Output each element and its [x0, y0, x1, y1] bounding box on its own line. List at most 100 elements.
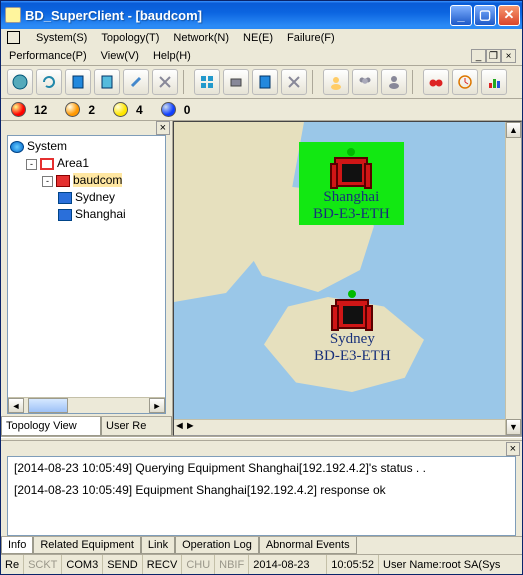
toolbar-separator [412, 70, 418, 94]
tree-node-sydney[interactable]: Sydney [58, 189, 163, 206]
tree-hscroll[interactable]: ◄ ► [8, 397, 165, 413]
menubar: System(S) Topology(T) Network(N) NE(E) F… [1, 29, 522, 66]
tree-root[interactable]: System [10, 138, 163, 155]
tree-area-label: Area1 [57, 156, 89, 170]
folder-icon [40, 158, 54, 170]
tab-topology-view[interactable]: Topology View [1, 417, 101, 436]
alarm-critical-count: 12 [34, 103, 47, 117]
titlebar[interactable]: BD_SuperClient - [baudcom] _ ▢ ✕ [1, 1, 522, 29]
tool-break-icon[interactable] [152, 69, 178, 95]
tree-group[interactable]: - baudcom Sydney Shanghai [42, 172, 163, 223]
alarm-minor[interactable]: 4 [113, 102, 143, 117]
tool-print-icon[interactable] [223, 69, 249, 95]
minimize-button[interactable]: _ [450, 5, 472, 26]
scroll-track[interactable] [68, 398, 149, 413]
log-tabs: Info Related Equipment Link Operation Lo… [1, 536, 522, 554]
device-icon [58, 209, 72, 221]
status-user: User Name:root SA(Sys [379, 555, 522, 574]
collapse-icon[interactable]: - [42, 176, 53, 187]
status-chu: CHU [182, 555, 215, 574]
tool-user-glow-icon[interactable] [323, 69, 349, 95]
app-icon [5, 7, 21, 23]
status-sckt: SCKT [24, 555, 62, 574]
log-box[interactable]: [2014-08-23 10:05:49] Querying Equipment… [7, 456, 516, 536]
tab-info[interactable]: Info [1, 537, 33, 554]
tool-grid-icon[interactable] [194, 69, 220, 95]
status-re: Re [1, 555, 24, 574]
close-button[interactable]: ✕ [498, 5, 520, 26]
alarm-minor-count: 4 [136, 103, 143, 117]
scroll-track[interactable] [506, 138, 521, 419]
tool-db1-icon[interactable] [65, 69, 91, 95]
log-close-button[interactable]: × [506, 442, 520, 456]
scroll-right-icon[interactable]: ► [185, 420, 196, 435]
scroll-left-icon[interactable]: ◄ [8, 398, 24, 413]
tree-area[interactable]: -Area1 -baudcom Sydney Shanghai [26, 155, 163, 223]
scroll-down-icon[interactable]: ▼ [506, 419, 521, 435]
scroll-up-icon[interactable]: ▲ [506, 122, 521, 138]
scroll-thumb[interactable] [28, 398, 68, 413]
tree-group-label: baudcom [73, 173, 122, 187]
menu-network[interactable]: Network(N) [171, 31, 231, 45]
status-time: 10:05:52 [327, 555, 379, 574]
map-node-sydney[interactable]: Sydney BD-E3-ETH [314, 290, 391, 365]
mdi-controls: _ ❐ × [471, 49, 516, 63]
tab-related-equipment[interactable]: Related Equipment [33, 537, 141, 554]
led-yellow-icon [113, 102, 128, 117]
tree-node-label: Shanghai [75, 207, 126, 221]
led-orange-icon [65, 102, 80, 117]
toolbar [1, 66, 522, 99]
tab-link[interactable]: Link [141, 537, 175, 554]
tool-delete-icon[interactable] [281, 69, 307, 95]
tool-link-icon[interactable] [123, 69, 149, 95]
tool-refresh-icon[interactable] [36, 69, 62, 95]
maximize-button[interactable]: ▢ [474, 5, 496, 26]
menu-ne[interactable]: NE(E) [241, 31, 275, 45]
tool-chart-icon[interactable] [481, 69, 507, 95]
alarm-info[interactable]: 0 [161, 102, 191, 117]
alarm-critical[interactable]: 12 [11, 102, 47, 117]
menu-topology[interactable]: Topology(T) [99, 31, 161, 45]
pane-close-button[interactable]: × [156, 121, 170, 135]
tool-db3-icon[interactable] [252, 69, 278, 95]
menu-failure[interactable]: Failure(F) [285, 31, 337, 45]
tree-node-shanghai[interactable]: Shanghai [58, 206, 163, 223]
left-tabs: Topology View User Re [1, 416, 172, 436]
scroll-right-icon[interactable]: ► [149, 398, 165, 413]
topology-tree[interactable]: System -Area1 -baudcom Sydney Shanghai [8, 136, 165, 397]
status-date: 2014-08-23 [249, 555, 327, 574]
window-controls: _ ▢ ✕ [450, 5, 520, 26]
tree-node-label: Sydney [75, 190, 115, 204]
map-hscroll[interactable]: ◄ ► [174, 419, 505, 435]
tab-user-re[interactable]: User Re [101, 417, 172, 436]
node-name: Sydney [314, 331, 391, 348]
tool-globe-icon[interactable] [7, 69, 33, 95]
log-line: [2014-08-23 10:05:49] Querying Equipment… [14, 461, 509, 475]
menu-view[interactable]: View(V) [99, 49, 141, 63]
tool-clock-icon[interactable] [452, 69, 478, 95]
mdi-minimize-button[interactable]: _ [471, 49, 486, 63]
alarm-major[interactable]: 2 [65, 102, 95, 117]
tool-binoculars-icon[interactable] [423, 69, 449, 95]
mdi-close-button[interactable]: × [501, 49, 516, 63]
tool-users-icon[interactable] [352, 69, 378, 95]
map-node-shanghai[interactable]: Shanghai BD-E3-ETH [299, 142, 404, 225]
map-view[interactable]: Shanghai BD-E3-ETH Sydney BD-E3-ETH ▲ ▼ … [173, 121, 522, 436]
map-vscroll[interactable]: ▲ ▼ [505, 122, 521, 435]
tool-db2-icon[interactable] [94, 69, 120, 95]
collapse-icon[interactable]: - [26, 159, 37, 170]
tab-operation-log[interactable]: Operation Log [175, 537, 259, 554]
scroll-left-icon[interactable]: ◄ [174, 420, 185, 435]
mdi-restore-button[interactable]: ❐ [486, 49, 501, 63]
mdi-system-icon[interactable] [7, 31, 20, 44]
tab-abnormal-events[interactable]: Abnormal Events [259, 537, 357, 554]
menu-help[interactable]: Help(H) [151, 49, 193, 63]
toolbar-separator [312, 70, 318, 94]
tree-container: System -Area1 -baudcom Sydney Shanghai [7, 135, 166, 414]
led-blue-icon [161, 102, 176, 117]
status-send: SEND [103, 555, 143, 574]
device-icon [334, 157, 368, 187]
menu-performance[interactable]: Performance(P) [7, 49, 89, 63]
menu-system[interactable]: System(S) [34, 31, 89, 45]
tool-user-icon[interactable] [381, 69, 407, 95]
